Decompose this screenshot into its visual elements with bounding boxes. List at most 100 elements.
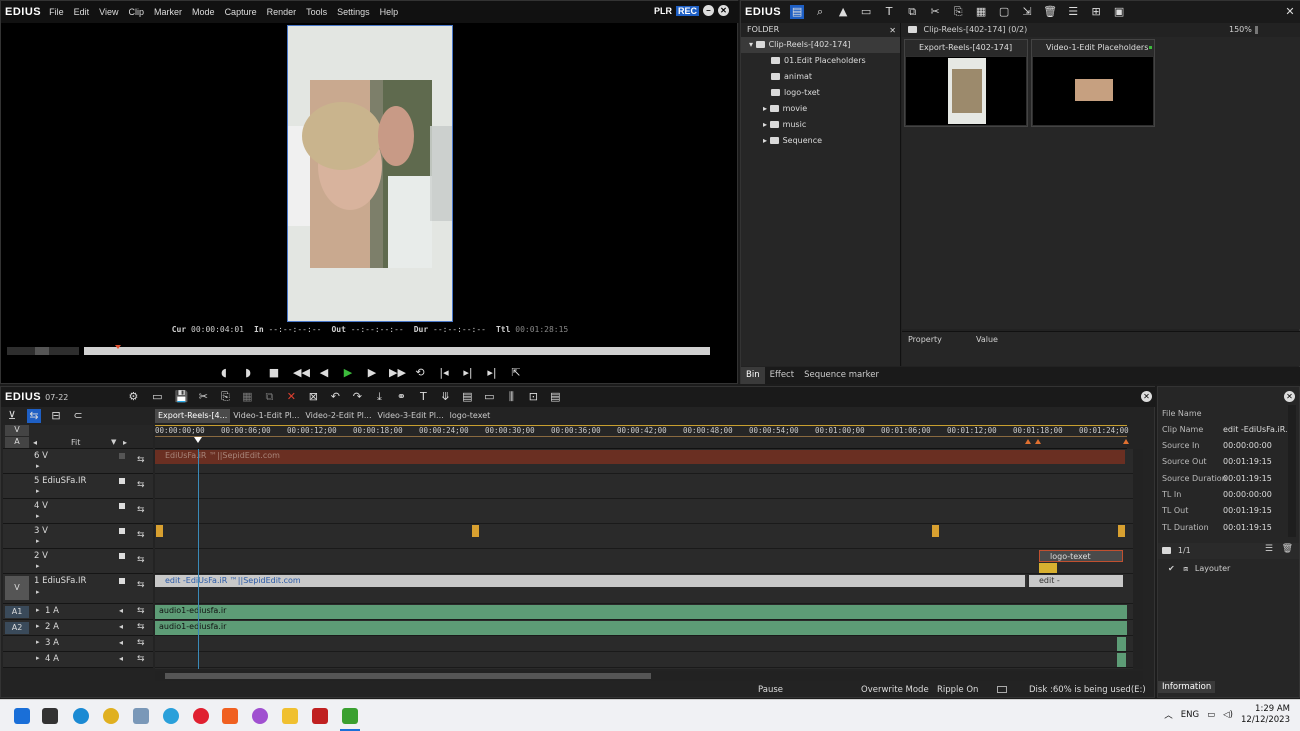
language-indicator[interactable]: ENG [1181,710,1199,720]
chrome-browser-icon[interactable] [103,708,119,724]
track-sync-icon[interactable]: ⇆ [137,654,145,664]
track-toggle-icon[interactable] [119,503,125,509]
delete-icon[interactable]: ✕ [284,390,298,404]
folder-pane-close-icon[interactable]: ✕ [889,24,896,38]
track-header-6v[interactable]: 6 V ▸ ⇆ [3,449,153,474]
track-toggle-icon[interactable] [119,453,125,459]
tab-information[interactable]: Information [1158,681,1216,693]
patch-a2[interactable]: A2 [5,622,29,634]
open-folder-icon[interactable]: ▭ [859,5,873,19]
thumbnail-view-icon[interactable]: ⊞ [1089,5,1103,19]
tab-sequence-export-reels[interactable]: Export-Reels-[4... [155,409,231,423]
track-sync-icon[interactable]: ⇆ [137,622,145,632]
add-clip-icon[interactable]: ⤓ [372,390,386,404]
mixer-icon[interactable]: ⚭ [394,390,408,404]
track-toggle-icon[interactable] [119,528,125,534]
tree-item-animat[interactable]: animat [741,69,900,85]
undo-icon[interactable]: ↶ [328,390,342,404]
fast-forward-icon[interactable]: ▶▶ [389,366,406,380]
clip-3v-marker[interactable] [1118,525,1125,537]
patch-1v[interactable]: V [5,576,29,600]
expand-icon[interactable]: ▸ [36,487,40,495]
step-back-icon[interactable]: ◀ [317,366,331,380]
tab-bin[interactable]: Bin [741,367,765,384]
windows-start-icon[interactable] [14,708,30,724]
edius-taskbar-icon[interactable] [342,708,358,724]
set-out-icon[interactable]: ◗ [241,366,255,380]
show-in-player-icon[interactable]: ▢ [997,5,1011,19]
telegram-icon[interactable] [163,708,179,724]
close-icon[interactable]: ✕ [718,5,729,16]
timeline-cursor-icon[interactable] [194,437,202,443]
jump-end-icon[interactable]: ▸| [485,366,499,380]
expand-icon[interactable]: ▸ [36,606,40,614]
track-header-1a[interactable]: A1 ▸ 1 A ◂ ⇆ [3,604,153,620]
export-icon[interactable]: ⇱ [509,366,523,380]
expand-icon[interactable]: ▸ [36,654,40,662]
set-in-icon[interactable]: ◖ [217,366,231,380]
add-sequence-icon[interactable]: ⧉ [905,5,919,19]
clip-audio-3a[interactable] [1117,637,1126,651]
filezilla-icon[interactable] [312,708,328,724]
jump-next-edit-icon[interactable]: ▸| [461,366,475,380]
marker-icon[interactable]: ▭ [482,390,496,404]
stop-icon[interactable]: ■ [265,366,283,380]
add-to-timeline-icon[interactable]: ⇲ [1020,5,1034,19]
tab-sequence-video-1[interactable]: Video-1-Edit Pl... [230,409,302,423]
track-header-2v[interactable]: 2 V ▸ ⇆ [3,549,153,574]
menu-render[interactable]: Render [267,7,297,17]
network-icon[interactable]: ▭ [1207,710,1215,720]
horizontal-scrollbar[interactable] [155,671,1143,681]
tree-item-sequence[interactable]: ▸ Sequence [741,133,900,149]
expand-icon[interactable]: ▸ [36,512,40,520]
patch-v-button[interactable]: V [5,425,29,436]
replace-icon[interactable]: ⧉ [262,390,276,404]
zoom-slider[interactable] [1255,26,1258,34]
menu-file[interactable]: File [49,7,64,17]
plr-mode-button[interactable]: PLR [654,6,672,16]
cut-icon[interactable]: ✂ [196,390,210,404]
opera-icon[interactable] [193,708,209,724]
bin-settings-icon[interactable]: ▣ [1112,5,1126,19]
menu-clip[interactable]: Clip [129,7,145,17]
track-sync-icon[interactable]: ⇆ [137,530,145,540]
track-toggle-icon[interactable] [119,478,125,484]
zoom-right-icon[interactable]: ▸ [123,438,127,447]
tab-effect[interactable]: Effect [765,367,799,384]
search-icon[interactable]: ⌕ [813,5,827,19]
track-sync-icon[interactable]: ⇆ [137,638,145,648]
check-icon[interactable]: ✔ [1168,564,1175,573]
paste-icon[interactable]: ▦ [974,5,988,19]
menu-tools[interactable]: Tools [306,7,327,17]
rec-mode-button[interactable]: REC [675,5,699,16]
list-icon[interactable]: ☰ [1265,544,1273,554]
tree-item-edit-placeholders[interactable]: 01.Edit Placeholders [741,53,900,69]
title-icon[interactable]: T [416,390,430,404]
folder-view-icon[interactable]: ▤ [790,5,805,19]
track-sync-icon[interactable]: ⇆ [137,606,145,616]
track-toggle-icon[interactable] [119,553,125,559]
open-project-icon[interactable]: ▭ [150,390,164,404]
clip-main-edit-end[interactable]: edit - [1029,575,1123,587]
volume-icon[interactable]: ◁) [1223,710,1233,720]
clock[interactable]: 1:29 AM 12/12/2023 [1241,704,1290,726]
tray-chevron-icon[interactable]: ︿ [1164,709,1173,721]
save-icon[interactable]: 💾 [174,390,189,404]
delete-icon[interactable]: 🗑 [1282,544,1293,554]
minimize-icon[interactable]: – [703,5,714,16]
menu-marker[interactable]: Marker [154,7,182,17]
file-explorer-icon[interactable] [282,708,298,724]
tree-item-music[interactable]: ▸ music [741,117,900,133]
tab-sequence-logo-texet[interactable]: logo-texet [447,409,494,423]
track-header-2a[interactable]: A2 ▸ 2 A ◂ ⇆ [3,620,153,636]
brave-icon[interactable] [222,708,238,724]
loop-icon[interactable]: ⟲ [413,366,427,380]
speaker-icon[interactable]: ◂ [119,654,123,663]
firefox-icon[interactable] [252,708,268,724]
copy-icon[interactable]: ⎘ [951,5,965,19]
status-overwrite-mode[interactable]: Overwrite Mode [861,685,929,695]
horizontal-scroll-thumb[interactable] [165,673,651,679]
snapshot-icon[interactable]: ⊡ [526,390,540,404]
menu-capture[interactable]: Capture [225,7,257,17]
tab-sequence-marker[interactable]: Sequence marker [799,367,884,384]
